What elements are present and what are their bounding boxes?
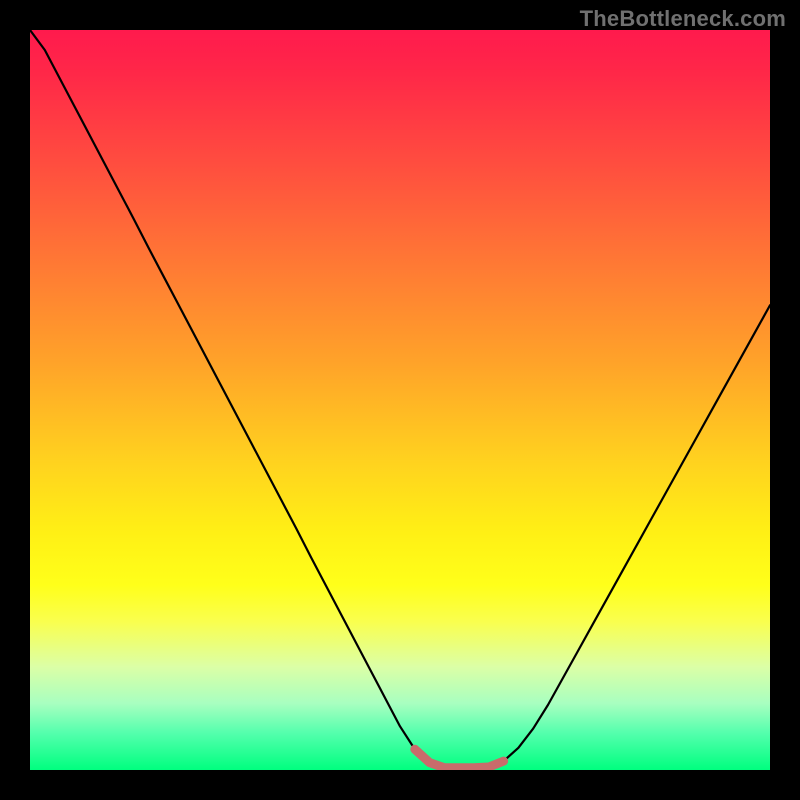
red-valley-overlay: [415, 749, 504, 768]
plot-area: [30, 30, 770, 770]
black-curve: [30, 30, 770, 768]
watermark-text: TheBottleneck.com: [580, 6, 786, 32]
chart-frame: TheBottleneck.com: [0, 0, 800, 800]
curve-layer: [30, 30, 770, 770]
